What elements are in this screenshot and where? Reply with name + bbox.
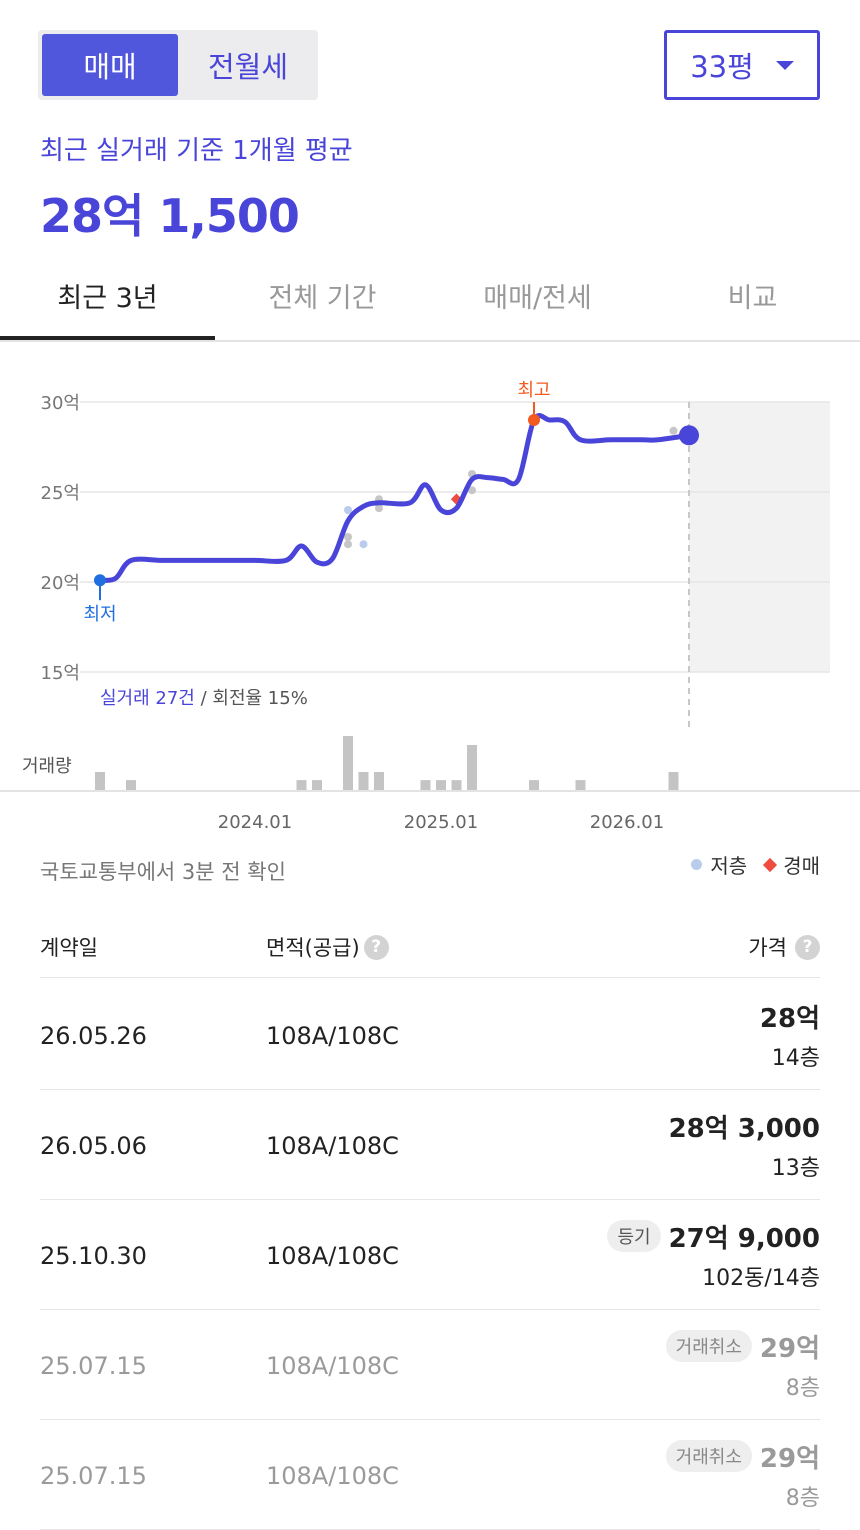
- table-row[interactable]: 25.10.30 108A/108C 등기 27억 9,000 102동/14층: [40, 1200, 820, 1310]
- low-point: [94, 574, 106, 587]
- tab-recent-3-years[interactable]: 최근 3년: [0, 250, 215, 340]
- volume-bar: [312, 780, 322, 790]
- legend-low-floor-label: 저층: [710, 854, 748, 878]
- sale-tab-button[interactable]: 매매: [42, 34, 178, 96]
- header-price-label: 가격: [748, 936, 787, 960]
- row-floor: 8층: [785, 1486, 820, 1511]
- x-tick-label: 2026.01: [590, 812, 664, 833]
- table-row[interactable]: 26.05.06 108A/108C 28억 3,000 13층: [40, 1090, 820, 1200]
- price-series-line: [97, 413, 692, 583]
- current-point: [679, 425, 699, 446]
- row-price-cell: 거래취소 29억 8층: [665, 1328, 820, 1402]
- table-header: 계약일 면적(공급) ? 가격 ?: [40, 912, 820, 978]
- volume-bar: [668, 772, 679, 790]
- trade-point: [344, 533, 352, 541]
- volume-label: 거래량: [22, 756, 72, 777]
- help-icon[interactable]: ?: [795, 934, 820, 960]
- rent-tab-button[interactable]: 전월세: [180, 34, 316, 96]
- volume-bar: [575, 780, 586, 790]
- row-price-cell: 등기 27억 9,000 102동/14층: [607, 1218, 820, 1292]
- low-floor-point: [359, 540, 368, 549]
- volume-bar: [374, 772, 384, 790]
- price-chart[interactable]: 30억 25억 20억 15억 최고최저실거래 27건 / 회전율 15% 거래량 2024…: [0, 350, 860, 840]
- auction-diamond-icon: [763, 857, 778, 872]
- row-area: 108A/108C: [266, 1462, 399, 1490]
- table-row[interactable]: 25.07.15 108A/108C 거래취소 29억 8층: [40, 1310, 820, 1420]
- trade-point: [344, 540, 352, 549]
- row-floor: 102동/14층: [702, 1266, 820, 1291]
- size-dropdown[interactable]: 33평: [664, 30, 820, 100]
- legend-auction-label: 경매: [783, 854, 820, 878]
- high-point: [528, 414, 540, 426]
- header-area-label: 면적(공급): [266, 936, 360, 960]
- help-icon[interactable]: ?: [363, 934, 389, 960]
- volume-bar: [467, 745, 477, 790]
- average-label: 최근 실거래 기준 1개월 평균: [40, 136, 353, 166]
- volume-bar: [420, 780, 431, 790]
- tab-all-period[interactable]: 전체 기간: [215, 250, 430, 340]
- low-label: 최저: [83, 604, 116, 625]
- volume-bar: [436, 780, 446, 790]
- row-price: 27억 9,000: [668, 1223, 820, 1254]
- row-date: 25.07.15: [40, 1462, 147, 1490]
- volume-bar: [451, 780, 462, 790]
- legend-auction: 경매: [763, 850, 820, 879]
- header-area: 면적(공급) ?: [266, 932, 389, 962]
- row-date: 25.07.15: [40, 1352, 147, 1380]
- average-price: 28억 1,500: [40, 189, 300, 243]
- row-price: 28억 3,000: [668, 1113, 820, 1144]
- registered-badge: 등기: [607, 1220, 661, 1252]
- low-floor-dot-icon: [691, 859, 703, 870]
- y-tick-label: 20억: [41, 573, 80, 594]
- row-date: 26.05.06: [40, 1132, 147, 1160]
- row-date: 26.05.26: [40, 1022, 147, 1050]
- legend-low-floor: 저층: [691, 850, 747, 879]
- trade-point: [669, 426, 678, 435]
- x-tick-label: 2024.01: [218, 812, 292, 833]
- future-region: [689, 402, 830, 672]
- row-price: 28억: [759, 1003, 820, 1034]
- chart-legend: 저층 경매: [691, 850, 820, 879]
- volume-bar: [296, 780, 307, 790]
- trade-count-label: 실거래 27건 / 회전율 15%: [100, 688, 308, 709]
- trade-type-toggle: 매매 전월세: [38, 30, 318, 100]
- row-price: 29억: [759, 1443, 820, 1474]
- row-area: 108A/108C: [266, 1132, 399, 1160]
- row-date: 25.10.30: [40, 1242, 147, 1270]
- x-tick-label: 2025.01: [404, 812, 478, 833]
- volume-bar: [358, 772, 369, 790]
- active-tab-indicator: [0, 336, 215, 340]
- volume-bar: [95, 772, 105, 790]
- row-floor: 14층: [771, 1046, 820, 1071]
- row-price-cell: 28억 14층: [760, 998, 820, 1072]
- source-note: 국토교통부에서 3분 전 확인: [40, 860, 286, 884]
- volume-bar: [343, 736, 353, 790]
- row-area: 108A/108C: [266, 1242, 399, 1270]
- y-tick-label: 25억: [41, 483, 80, 504]
- y-tick-label: 30억: [41, 393, 80, 414]
- row-floor: 8층: [785, 1376, 820, 1401]
- row-area: 108A/108C: [266, 1022, 399, 1050]
- caret-down-icon: [775, 60, 794, 70]
- row-price-cell: 거래취소 29억 8층: [665, 1438, 820, 1512]
- header-date: 계약일: [40, 936, 98, 960]
- table-row[interactable]: 26.05.26 108A/108C 28억 14층: [40, 980, 820, 1090]
- y-tick-label: 15억: [41, 663, 80, 684]
- header-price: 가격 ?: [748, 932, 820, 962]
- volume-bar: [126, 780, 136, 790]
- volume-bar: [529, 780, 539, 790]
- row-price: 29억: [759, 1333, 820, 1364]
- row-floor: 13층: [771, 1156, 820, 1181]
- row-area: 108A/108C: [266, 1352, 399, 1380]
- high-label: 최고: [517, 380, 550, 401]
- tab-sale-jeonse[interactable]: 매매/전세: [430, 250, 645, 340]
- cancelled-badge: 거래취소: [665, 1440, 752, 1472]
- period-tabs: 최근 3년 전체 기간 매매/전세 비교: [0, 250, 860, 342]
- cancelled-badge: 거래취소: [665, 1330, 752, 1362]
- size-dropdown-value: 33평: [690, 50, 754, 84]
- table-row[interactable]: 25.07.15 108A/108C 거래취소 29억 8층: [40, 1420, 820, 1530]
- tab-compare[interactable]: 비교: [645, 250, 860, 340]
- row-price-cell: 28억 3,000 13층: [669, 1108, 820, 1182]
